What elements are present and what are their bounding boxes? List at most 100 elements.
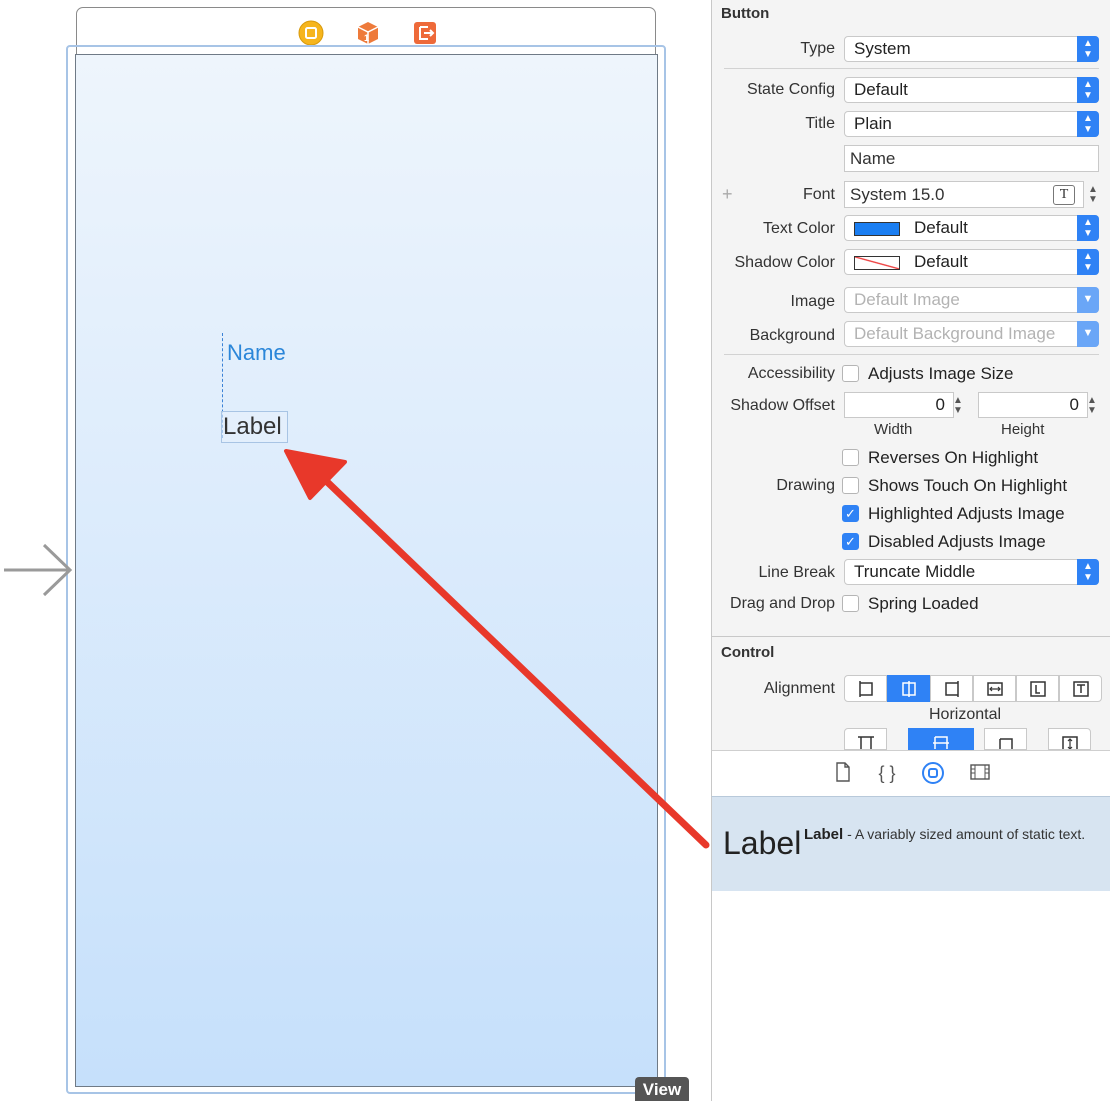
button-section-title: Button — [721, 5, 770, 22]
valign-top-button[interactable] — [844, 728, 887, 750]
library-list-empty-area — [711, 891, 1110, 1101]
font-size-stepper-icon[interactable]: ▲ ▼ — [1086, 185, 1100, 205]
highlighted-adjusts-image-checkbox[interactable]: ✓ — [842, 505, 859, 522]
state-config-label: State Config — [746, 81, 835, 98]
accessibility-label: Accessibility — [747, 365, 835, 382]
shadow-color-swatch — [854, 255, 900, 270]
text-color-swatch — [854, 221, 900, 236]
popup-stepper-icon: ▲ ▼ — [1077, 36, 1099, 62]
font-field[interactable]: System 15.0 T — [844, 181, 1084, 208]
align-center-button[interactable] — [887, 675, 930, 702]
media-library-icon[interactable] — [968, 761, 992, 785]
font-label: Font — [802, 186, 835, 203]
image-label: Image — [790, 293, 835, 310]
valign-bottom-button[interactable] — [984, 728, 1027, 750]
horizontal-caption: Horizontal — [929, 706, 1002, 723]
initial-scene-arrow-icon — [4, 543, 73, 597]
view-controller-icon[interactable] — [298, 20, 324, 46]
shadow-offset-label: Shadow Offset — [730, 397, 835, 414]
reverses-on-highlight-checkbox[interactable] — [842, 449, 859, 466]
name-button[interactable]: Name — [227, 340, 286, 366]
combo-chevron-icon: ▼ — [1077, 321, 1099, 347]
height-caption: Height — [1001, 421, 1045, 438]
separator — [724, 68, 1099, 69]
adjusts-image-size-checkbox[interactable] — [842, 365, 859, 382]
popup-stepper-icon: ▲ ▼ — [1077, 215, 1099, 241]
alignment-label: Alignment — [763, 680, 835, 697]
image-placeholder: Default Image — [854, 290, 960, 309]
type-popup[interactable]: System ▲ ▼ — [844, 36, 1099, 62]
spring-loaded-checkbox[interactable] — [842, 595, 859, 612]
library-item-description: Label - A variably sized amount of stati… — [804, 824, 1104, 845]
combo-chevron-icon: ▼ — [1077, 287, 1099, 313]
adjusts-image-size-label: Adjusts Image Size — [868, 364, 1014, 383]
popup-stepper-icon: ▲ ▼ — [1077, 77, 1099, 103]
background-placeholder: Default Background Image — [854, 324, 1056, 343]
popup-stepper-icon: ▲ ▼ — [1077, 111, 1099, 137]
control-section-title: Control — [721, 644, 775, 661]
disabled-adjusts-image-checkbox[interactable]: ✓ — [842, 533, 859, 550]
state-config-value: Default — [854, 80, 908, 99]
text-color-label: Text Color — [762, 220, 835, 237]
shadow-width-field[interactable]: 0 — [844, 392, 954, 418]
library-item-label[interactable]: Label Label - A variably sized amount of… — [711, 796, 1110, 894]
file-icon[interactable] — [831, 761, 855, 785]
title-style-value: Plain — [854, 114, 892, 133]
exit-icon[interactable] — [412, 20, 438, 46]
separator — [724, 354, 1099, 355]
shows-touch-checkbox[interactable] — [842, 477, 859, 494]
shadow-color-value: Default — [914, 252, 968, 271]
background-combo[interactable]: Default Background Image ▼ — [844, 321, 1099, 347]
image-combo[interactable]: Default Image ▼ — [844, 287, 1099, 313]
text-color-value: Default — [914, 218, 968, 237]
section-divider — [712, 636, 1110, 637]
title-style-popup[interactable]: Plain ▲ ▼ — [844, 111, 1099, 137]
braces-icon[interactable]: { } — [875, 761, 899, 785]
drag-drop-label: Drag and Drop — [730, 595, 835, 612]
popup-stepper-icon: ▲ ▼ — [1077, 559, 1099, 585]
align-trailing-button[interactable] — [1059, 675, 1102, 702]
state-config-popup[interactable]: Default ▲ ▼ — [844, 77, 1099, 103]
scene-root-view[interactable] — [75, 54, 658, 1087]
shadow-color-label: Shadow Color — [734, 254, 836, 271]
spring-loaded-label: Spring Loaded — [868, 594, 979, 613]
shadow-color-popup[interactable]: Default ▲ ▼ — [844, 249, 1099, 275]
line-break-popup[interactable]: Truncate Middle ▲ ▼ — [844, 559, 1099, 585]
dropped-label[interactable]: Label — [221, 411, 288, 443]
shadow-height-stepper-icon[interactable]: ▲ ▼ — [1085, 396, 1099, 416]
valign-center-button[interactable] — [908, 728, 974, 750]
library-tab-bar: { } — [711, 750, 1110, 797]
view-tag[interactable]: View — [635, 1077, 689, 1101]
drawing-label: Drawing — [776, 477, 835, 494]
align-right-button[interactable] — [930, 675, 973, 702]
font-picker-icon[interactable]: T — [1053, 185, 1075, 205]
storyboard-canvas[interactable]: 1 Name Label View — [0, 0, 711, 1101]
title-text-field[interactable]: Name — [844, 145, 1099, 172]
type-label: Type — [800, 40, 835, 57]
first-responder-icon[interactable]: 1 — [355, 20, 381, 46]
shadow-height-field[interactable]: 0 — [978, 392, 1088, 418]
line-break-value: Truncate Middle — [854, 562, 976, 581]
disabled-adjusts-image-label: Disabled Adjusts Image — [868, 532, 1046, 551]
library-item-name: Label — [804, 826, 844, 843]
background-label: Background — [749, 327, 835, 344]
popup-stepper-icon: ▲ ▼ — [1077, 249, 1099, 275]
type-value: System — [854, 39, 911, 58]
svg-text:1: 1 — [364, 33, 369, 43]
line-break-label: Line Break — [758, 564, 836, 581]
width-caption: Width — [874, 421, 913, 438]
library-item-summary: - A variably sized amount of static text… — [843, 826, 1086, 842]
font-value: System 15.0 — [850, 185, 945, 204]
library-item-preview: Label — [723, 825, 802, 861]
object-library-icon[interactable] — [921, 761, 945, 785]
highlighted-adjusts-image-label: Highlighted Adjusts Image — [868, 504, 1065, 523]
attributes-inspector: Button Type System ▲ ▼ State Config Defaul… — [711, 0, 1110, 750]
align-leading-button[interactable] — [1016, 675, 1059, 702]
title-label: Title — [805, 115, 835, 132]
text-color-popup[interactable]: Default ▲ ▼ — [844, 215, 1099, 241]
valign-fill-button[interactable] — [1048, 728, 1091, 750]
align-left-button[interactable] — [844, 675, 887, 702]
shadow-width-stepper-icon[interactable]: ▲ ▼ — [951, 396, 965, 416]
align-fill-button[interactable] — [973, 675, 1016, 702]
add-variation-icon[interactable]: + — [722, 184, 733, 205]
